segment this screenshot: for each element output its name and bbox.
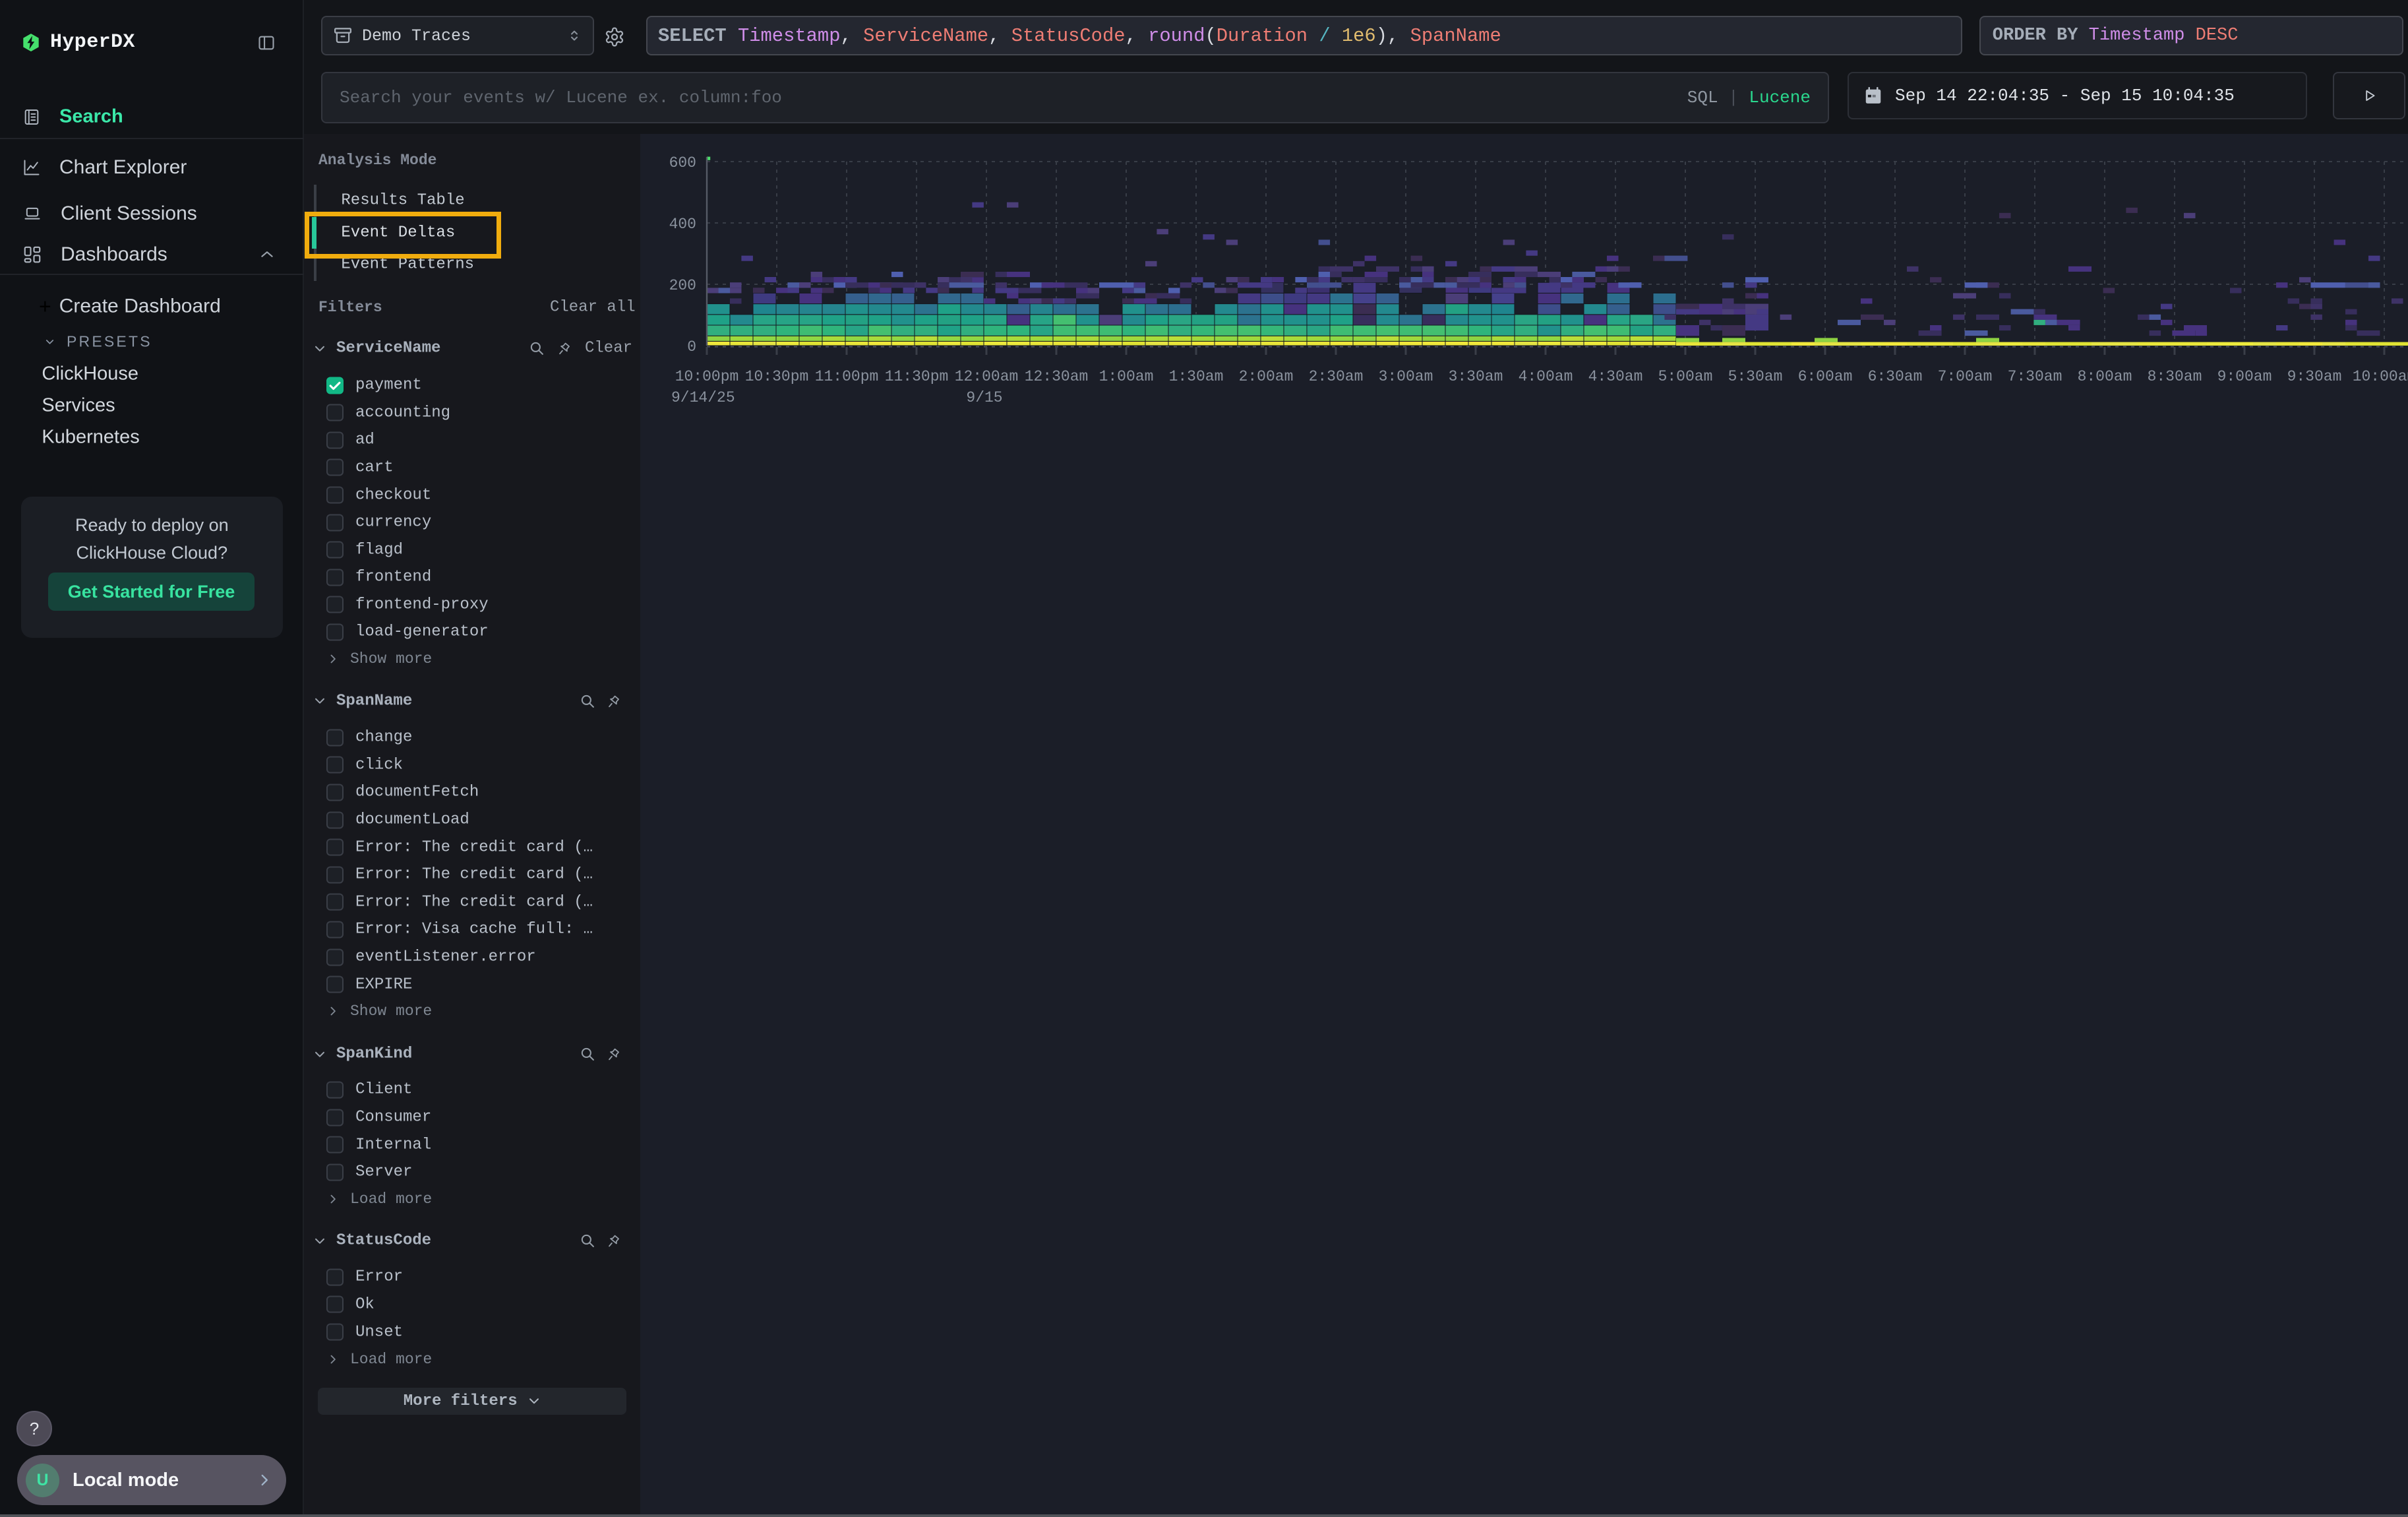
svg-text:9/14/25: 9/14/25: [671, 389, 735, 406]
svg-text:9:30am: 9:30am: [2287, 368, 2342, 385]
svg-text:11:00pm: 11:00pm: [815, 368, 879, 385]
svg-text:5:00am: 5:00am: [1658, 368, 1713, 385]
svg-text:400: 400: [669, 216, 696, 233]
svg-text:8:00am: 8:00am: [2078, 368, 2132, 385]
svg-text:1:00am: 1:00am: [1099, 368, 1154, 385]
svg-text:6:30am: 6:30am: [1868, 368, 1923, 385]
svg-text:3:30am: 3:30am: [1449, 368, 1503, 385]
svg-text:9/15: 9/15: [966, 389, 1002, 406]
svg-text:4:30am: 4:30am: [1588, 368, 1643, 385]
svg-text:5:30am: 5:30am: [1728, 368, 1783, 385]
svg-text:0: 0: [687, 338, 696, 356]
svg-text:9:00am: 9:00am: [2217, 368, 2272, 385]
svg-text:12:30am: 12:30am: [1025, 368, 1089, 385]
svg-text:7:30am: 7:30am: [2008, 368, 2062, 385]
svg-text:3:00am: 3:00am: [1379, 368, 1433, 385]
svg-text:2:30am: 2:30am: [1309, 368, 1364, 385]
svg-text:7:00am: 7:00am: [1938, 368, 1993, 385]
svg-text:10:00am: 10:00am: [2353, 368, 2408, 385]
svg-text:11:30pm: 11:30pm: [885, 368, 949, 385]
svg-text:10:30pm: 10:30pm: [745, 368, 809, 385]
svg-text:1:30am: 1:30am: [1169, 368, 1224, 385]
svg-text:600: 600: [669, 154, 696, 171]
svg-text:10:00pm: 10:00pm: [675, 368, 739, 385]
svg-text:4:00am: 4:00am: [1519, 368, 1573, 385]
svg-text:2:00am: 2:00am: [1239, 368, 1294, 385]
svg-text:200: 200: [669, 277, 696, 294]
svg-text:6:00am: 6:00am: [1798, 368, 1853, 385]
svg-text:8:30am: 8:30am: [2148, 368, 2202, 385]
svg-text:12:00am: 12:00am: [955, 368, 1019, 385]
